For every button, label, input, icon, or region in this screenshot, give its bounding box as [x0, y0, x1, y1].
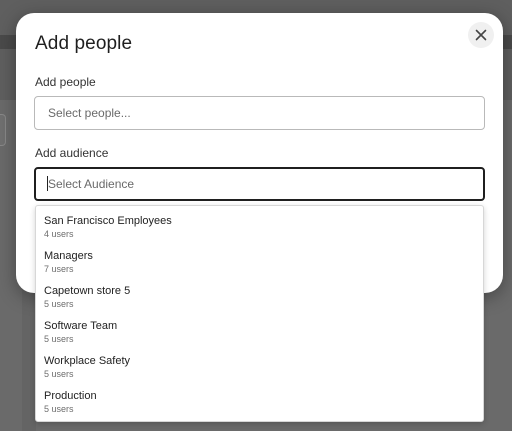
close-button[interactable] — [468, 22, 494, 48]
audience-option[interactable]: Workplace Safety 5 users — [36, 347, 483, 382]
background-card-edge — [0, 114, 6, 146]
audience-option[interactable]: Software Team 5 users — [36, 312, 483, 347]
add-audience-label: Add audience — [35, 146, 109, 160]
audience-option-count: 5 users — [44, 404, 74, 414]
audience-option-name: Workplace Safety — [44, 355, 131, 367]
audience-option-count: 4 users — [44, 229, 74, 239]
background-link-fragment — [503, 266, 512, 276]
modal-title: Add people — [35, 33, 133, 54]
audience-option-count: 7 users — [44, 264, 74, 274]
audience-option-name: Capetown store 5 — [44, 285, 131, 297]
audience-option[interactable]: Production 5 users — [36, 382, 483, 417]
audience-dropdown: San Francisco Employees 4 users Managers… — [35, 205, 484, 422]
audience-option-count: 5 users — [44, 299, 74, 309]
audience-option[interactable]: Capetown store 5 5 users — [36, 277, 483, 312]
audience-option-name: San Francisco Employees — [44, 215, 172, 227]
audience-option-count: 5 users — [44, 334, 74, 344]
audience-option[interactable]: San Francisco Employees 4 users — [36, 207, 483, 242]
people-select-input[interactable] — [34, 96, 485, 130]
background-sidebar-strip — [22, 290, 36, 431]
audience-option[interactable]: Managers 7 users — [36, 242, 483, 277]
audience-option-name: Software Team — [44, 320, 118, 332]
add-people-label: Add people — [35, 75, 96, 89]
text-caret — [47, 176, 48, 191]
audience-select-input[interactable] — [34, 167, 485, 201]
close-icon — [475, 29, 487, 41]
audience-option-name: Managers — [44, 250, 93, 262]
audience-option-count: 5 users — [44, 369, 74, 379]
audience-option-name: Production — [44, 390, 97, 402]
